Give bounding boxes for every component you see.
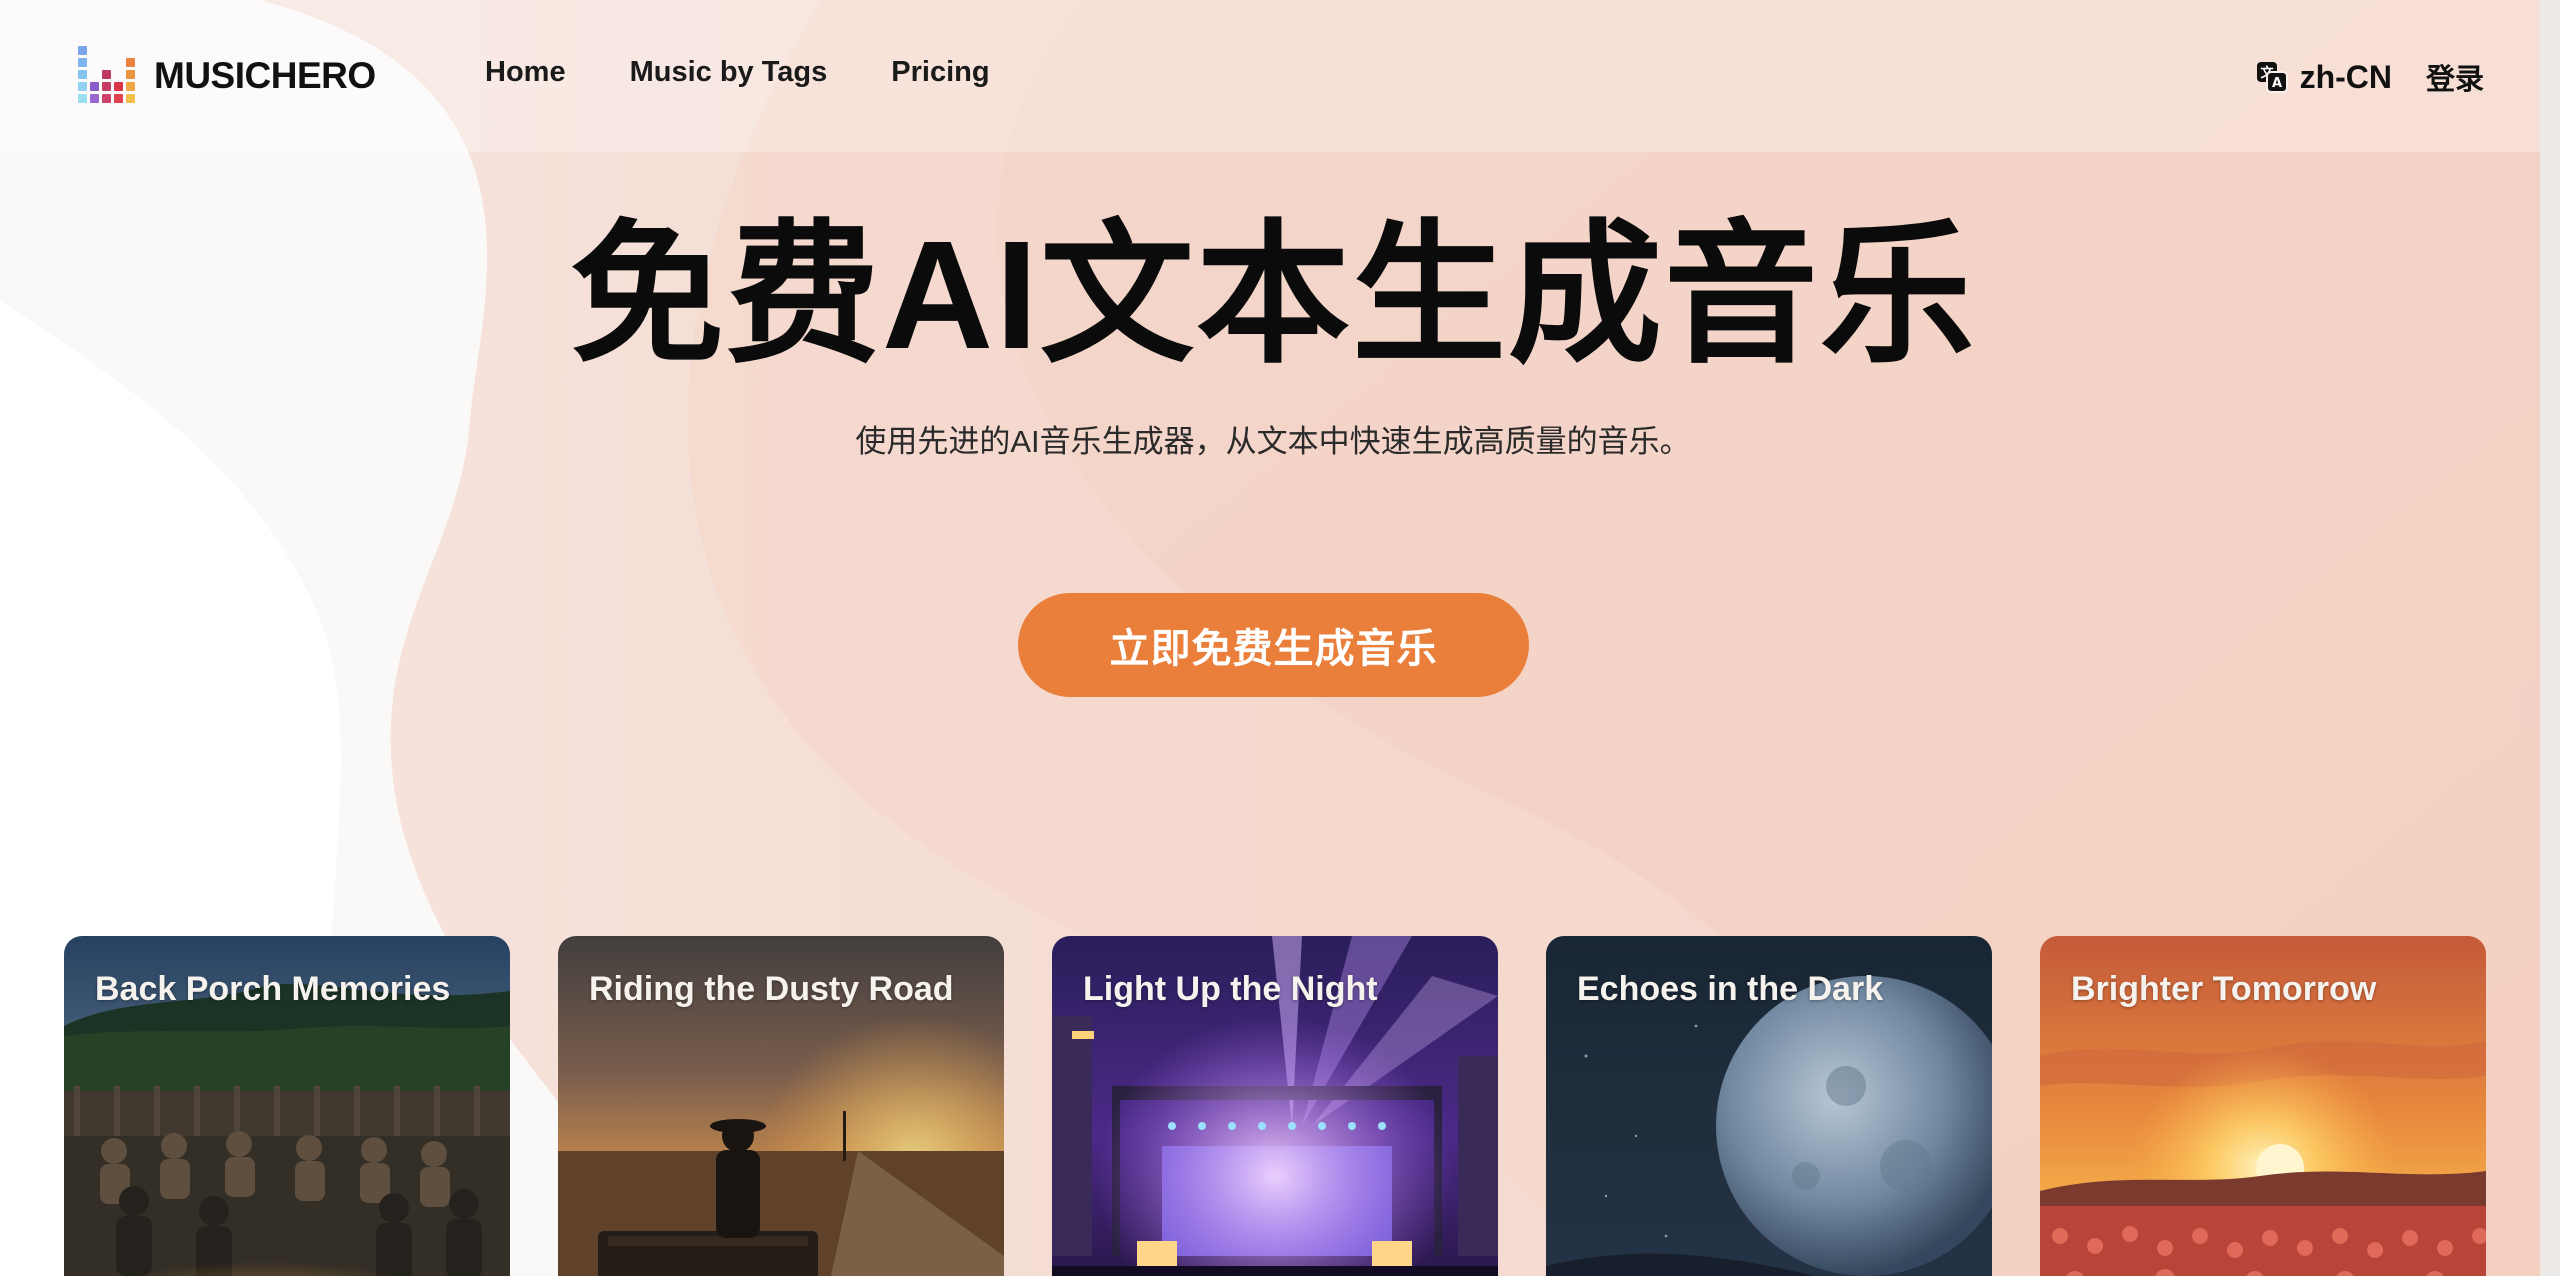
music-bars-logo-icon [78, 46, 138, 106]
svg-text:A: A [2272, 76, 2282, 91]
translate-icon: 文 A [2256, 62, 2288, 93]
header-actions: 文 A zh-CN 登录 [2256, 56, 2484, 98]
card-title: Echoes in the Dark [1577, 970, 1884, 1008]
music-card[interactable]: Echoes in the Dark [1546, 936, 1992, 1276]
nav-pricing[interactable]: Pricing [891, 56, 989, 89]
card-title: Brighter Tomorrow [2071, 970, 2377, 1008]
card-title: Light Up the Night [1083, 970, 1378, 1008]
music-card[interactable]: Riding the Dusty Road [558, 936, 1004, 1276]
hero-title: 免费AI文本生成音乐 [569, 209, 1976, 381]
brand-logo[interactable]: MUSICHERO [78, 46, 376, 106]
music-card[interactable]: Back Porch Memories [64, 936, 510, 1276]
language-switcher[interactable]: 文 A zh-CN [2256, 59, 2392, 96]
generate-music-button[interactable]: 立即免费生成音乐 [1018, 593, 1529, 697]
hero-subtitle: 使用先进的AI音乐生成器，从文本中快速生成高质量的音乐。 [855, 424, 1691, 459]
page: MUSICHERO Home Music by Tags Pricing 文 A… [0, 0, 2560, 1276]
header: MUSICHERO Home Music by Tags Pricing 文 A… [0, 0, 2560, 152]
music-card[interactable]: Brighter Tomorrow [2040, 936, 2486, 1276]
nav-music-by-tags[interactable]: Music by Tags [630, 56, 828, 89]
music-cards: Back Porch Memories Riding the Dusty Roa… [64, 936, 2486, 1276]
brand-name: MUSICHERO [154, 55, 376, 96]
card-title: Back Porch Memories [95, 970, 451, 1008]
music-card[interactable]: Light Up the Night [1052, 936, 1498, 1276]
nav-home[interactable]: Home [485, 56, 566, 89]
login-link[interactable]: 登录 [2426, 56, 2484, 98]
card-title: Riding the Dusty Road [589, 970, 954, 1008]
language-label: zh-CN [2299, 58, 2392, 95]
main-nav: Home Music by Tags Pricing [485, 56, 990, 89]
